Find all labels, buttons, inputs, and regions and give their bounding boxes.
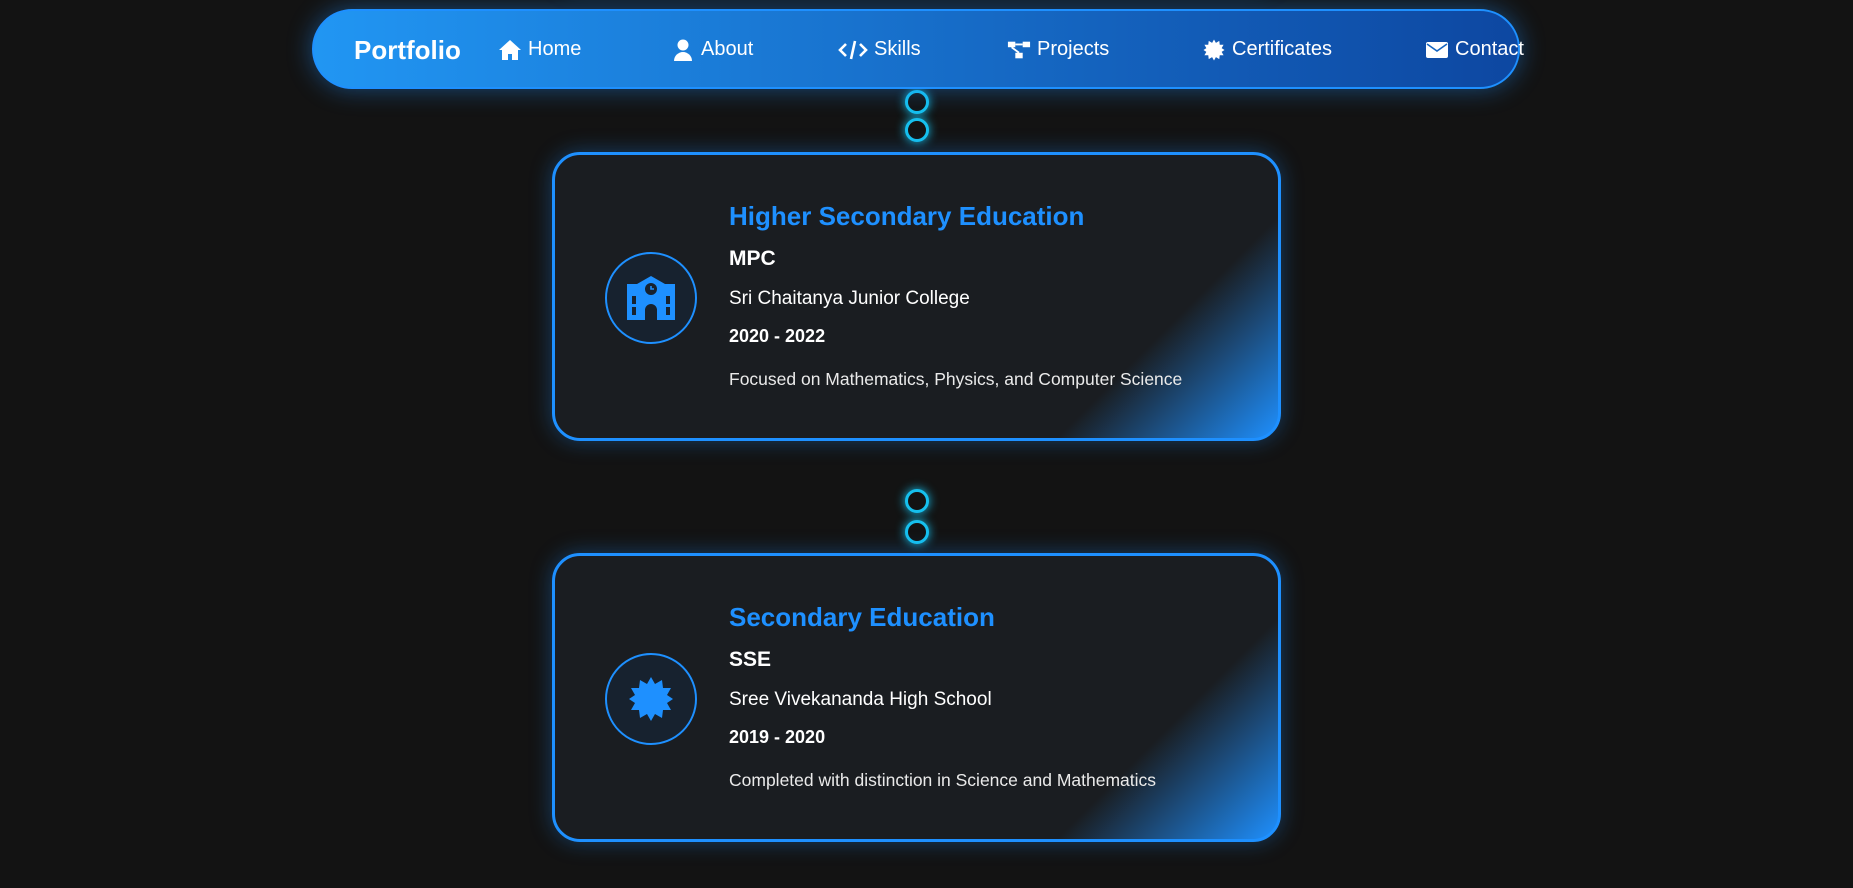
school-icon (605, 252, 697, 344)
diagram-icon (1007, 41, 1031, 58)
brand-logo[interactable]: Portfolio (354, 35, 461, 66)
timeline-connector-dot (905, 489, 929, 513)
nav-about[interactable]: About (671, 38, 753, 61)
description: Completed with distinction in Science an… (729, 770, 1157, 790)
school-name: Sree Vivekananda High School (729, 689, 992, 710)
certificate-icon (1203, 38, 1225, 61)
user-icon (674, 39, 692, 61)
timeline-connector-dot (905, 520, 929, 544)
timeline-connector-dot (905, 90, 929, 114)
home-icon (499, 39, 521, 60)
years: 2019 - 2020 (729, 727, 826, 747)
education-card: Secondary Education SSE Sree Vivekananda… (552, 553, 1281, 842)
nav-label: About (701, 38, 754, 60)
timeline-connector-dot (905, 118, 929, 142)
nav-label: Home (528, 38, 582, 60)
nav-home[interactable]: Home (498, 38, 581, 61)
years: 2020 - 2022 (729, 326, 826, 346)
nav-label: Projects (1037, 38, 1110, 60)
nav-skills[interactable]: Skills (838, 38, 921, 61)
description: Focused on Mathematics, Physics, and Com… (729, 369, 1183, 389)
envelope-icon (1426, 41, 1448, 58)
nav-certificates[interactable]: Certificates (1202, 38, 1332, 61)
nav-contact[interactable]: Contact (1425, 38, 1524, 61)
nav-projects[interactable]: Projects (1007, 38, 1109, 61)
degree: MPC (729, 247, 776, 270)
nav-label: Skills (874, 38, 921, 60)
education-title: Secondary Education (729, 602, 995, 632)
certificate-icon (605, 653, 697, 745)
degree: SSE (729, 648, 772, 671)
education-card: Higher Secondary Education MPC Sri Chait… (552, 152, 1281, 441)
education-title: Higher Secondary Education (729, 201, 1085, 231)
navbar: Portfolio Home About Skills Projects Cer… (312, 9, 1524, 89)
code-icon (838, 40, 868, 59)
nav-label: Contact (1455, 38, 1524, 60)
nav-label: Certificates (1232, 38, 1333, 60)
school-name: Sri Chaitanya Junior College (729, 288, 970, 309)
